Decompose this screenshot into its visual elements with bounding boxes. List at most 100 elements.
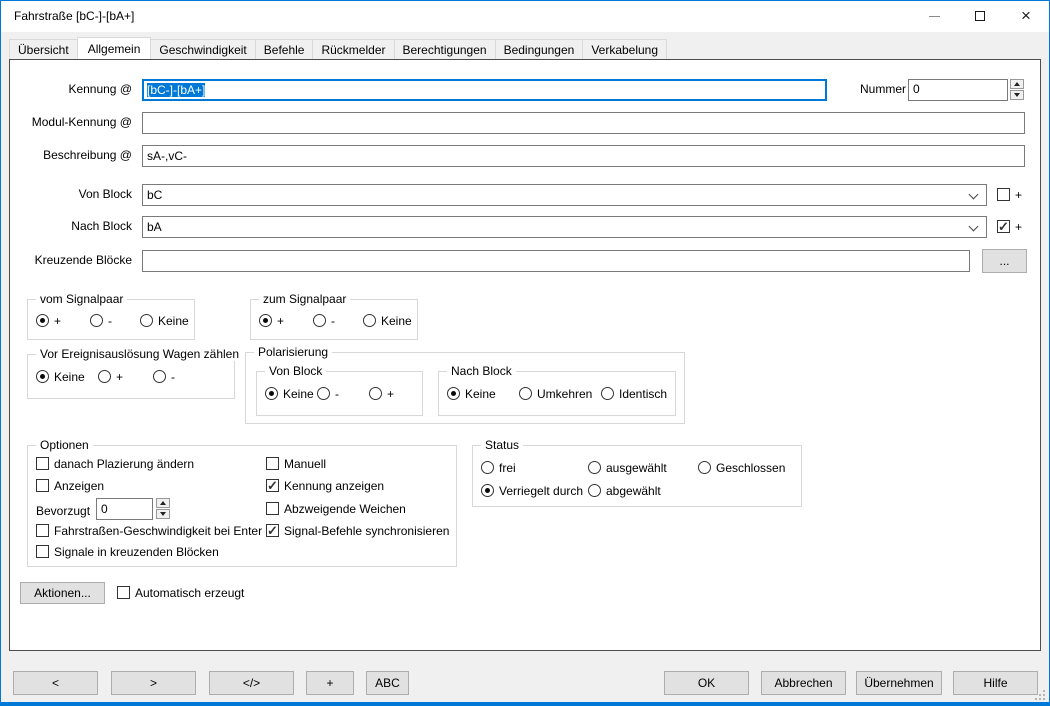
bevorzugt-spin-up-button[interactable]: [156, 498, 170, 508]
group-zum-signalpaar: zum Signalpaar + - Keine: [250, 299, 418, 340]
uebernehmen-button[interactable]: Übernehmen: [856, 671, 942, 695]
radio-label: Keine: [283, 387, 314, 401]
bevorzugt-input[interactable]: [96, 498, 153, 520]
nummer-spin-up-button[interactable]: [1010, 79, 1024, 89]
close-button[interactable]: ×: [1003, 1, 1049, 31]
group-title: Status: [481, 438, 523, 452]
tab-befehle[interactable]: Befehle: [256, 39, 314, 60]
beschreibung-input[interactable]: [142, 145, 1025, 167]
group-title: Vor Ereignisauslösung Wagen zählen: [36, 347, 243, 361]
nav-previous-button[interactable]: <: [13, 671, 98, 695]
maximize-button[interactable]: [957, 1, 1003, 31]
radio-vom-signalpaar-keine[interactable]: Keine: [140, 313, 189, 328]
von-block-plus-checkbox[interactable]: +: [997, 187, 1022, 202]
kreuzende-bloecke-browse-button[interactable]: ...: [982, 249, 1027, 273]
titlebar[interactable]: Fahrstraße [bC-]-[bA+] ×: [1, 1, 1049, 32]
tab-geschwindigkeit[interactable]: Geschwindigkeit: [151, 39, 255, 60]
checkbox-kennung-anzeigen[interactable]: Kennung anzeigen: [266, 478, 384, 493]
radio-status-abgewaehlt[interactable]: abgewählt: [588, 483, 661, 498]
radio-icon: [36, 370, 49, 383]
checkbox-signale-kreuzende[interactable]: Signale in kreuzenden Blöcken: [36, 544, 219, 559]
radio-zum-signalpaar-plus[interactable]: +: [259, 313, 284, 328]
von-block-plus-label: +: [1015, 188, 1022, 202]
kennung-label: Kennung @: [10, 82, 132, 96]
bevorzugt-spin-down-button[interactable]: [156, 509, 170, 519]
checkbox-abzweigende-weichen[interactable]: Abzweigende Weichen: [266, 501, 406, 516]
nummer-input[interactable]: 0: [908, 79, 1008, 101]
ok-button[interactable]: OK: [664, 671, 749, 695]
radio-label: +: [54, 314, 61, 328]
radio-icon: [698, 461, 711, 474]
radio-polar-von-minus[interactable]: -: [317, 386, 339, 401]
modul-kennung-label: Modul-Kennung @: [10, 115, 132, 129]
radio-label: +: [116, 370, 123, 384]
tab-content-panel: Kennung @ [bC-]-[bA+] Nummer 0 Modul-Ken…: [9, 59, 1041, 651]
checkbox-label: Signal-Befehle synchronisieren: [284, 524, 449, 538]
tab-uebersicht[interactable]: Übersicht: [9, 39, 78, 60]
tab-bedingungen[interactable]: Bedingungen: [496, 39, 584, 60]
checkbox-danach-plazierung[interactable]: danach Plazierung ändern: [36, 456, 194, 471]
nach-block-value: bA: [147, 220, 162, 234]
radio-wagen-minus[interactable]: -: [153, 369, 175, 384]
radio-polar-von-keine[interactable]: Keine: [265, 386, 314, 401]
checkbox-icon: [36, 457, 49, 470]
group-title: Polarisierung: [254, 345, 332, 359]
nach-block-combobox[interactable]: bA: [142, 216, 987, 238]
radio-icon: [519, 387, 532, 400]
tab-verkabelung[interactable]: Verkabelung: [583, 39, 667, 60]
radio-zum-signalpaar-minus[interactable]: -: [313, 313, 335, 328]
resize-grip[interactable]: [1035, 690, 1045, 700]
radio-polar-nach-umkehren[interactable]: Umkehren: [519, 386, 592, 401]
radio-vom-signalpaar-plus[interactable]: +: [36, 313, 61, 328]
radio-polar-nach-keine[interactable]: Keine: [447, 386, 496, 401]
radio-status-frei[interactable]: frei: [481, 460, 516, 475]
checkbox-anzeigen[interactable]: Anzeigen: [36, 478, 104, 493]
abc-button[interactable]: ABC: [366, 671, 409, 695]
radio-label: +: [277, 314, 284, 328]
code-button[interactable]: </>: [209, 671, 294, 695]
checkbox-signal-befehle-sync[interactable]: Signal-Befehle synchronisieren: [266, 523, 449, 538]
nach-block-plus-checkbox[interactable]: +: [997, 219, 1022, 234]
beschreibung-label: Beschreibung @: [10, 148, 132, 162]
radio-status-verriegelt[interactable]: Verriegelt durch: [481, 483, 583, 498]
radio-vom-signalpaar-minus[interactable]: -: [90, 313, 112, 328]
aktionen-button[interactable]: Aktionen...: [20, 582, 105, 604]
checkbox-manuell[interactable]: Manuell: [266, 456, 326, 471]
radio-wagen-keine[interactable]: Keine: [36, 369, 85, 384]
radio-icon: [601, 387, 614, 400]
kreuzende-bloecke-input[interactable]: [142, 250, 970, 272]
group-wagen-zaehlen: Vor Ereignisauslösung Wagen zählen Keine…: [27, 354, 235, 399]
tab-allgemein[interactable]: Allgemein: [77, 37, 152, 60]
modul-kennung-input[interactable]: [142, 112, 1025, 134]
checkbox-fahrstrassen-geschwindigkeit[interactable]: Fahrstraßen-Geschwindigkeit bei Enter: [36, 523, 262, 538]
tab-rueckmelder[interactable]: Rückmelder: [313, 39, 394, 60]
minimize-icon: [929, 16, 940, 17]
radio-zum-signalpaar-keine[interactable]: Keine: [363, 313, 412, 328]
checkbox-automatisch-erzeugt[interactable]: Automatisch erzeugt: [117, 585, 244, 600]
radio-polar-von-plus[interactable]: +: [369, 386, 394, 401]
arrow-up-icon: [160, 501, 166, 505]
minimize-button[interactable]: [911, 1, 957, 31]
checkbox-label: danach Plazierung ändern: [54, 457, 194, 471]
radio-polar-nach-identisch[interactable]: Identisch: [601, 386, 667, 401]
radio-icon: [153, 370, 166, 383]
checkbox-icon: [266, 502, 279, 515]
radio-status-geschlossen[interactable]: Geschlossen: [698, 460, 785, 475]
add-button[interactable]: +: [306, 671, 354, 695]
nummer-spin-down-button[interactable]: [1010, 90, 1024, 100]
group-status: Status frei ausgewählt Geschlossen Verri…: [472, 445, 802, 507]
checkbox-label: Abzweigende Weichen: [284, 502, 406, 516]
tab-berechtigungen[interactable]: Berechtigungen: [395, 39, 496, 60]
radio-status-ausgewaehlt[interactable]: ausgewählt: [588, 460, 667, 475]
checkbox-icon: [117, 586, 130, 599]
von-block-combobox[interactable]: bC: [142, 184, 987, 206]
checkbox-label: Anzeigen: [54, 479, 104, 493]
group-polarisierung: Polarisierung Von Block Keine - + Nach B…: [245, 352, 685, 424]
radio-label: Verriegelt durch: [499, 484, 583, 498]
radio-wagen-plus[interactable]: +: [98, 369, 123, 384]
hilfe-button[interactable]: Hilfe: [953, 671, 1038, 695]
abbrechen-button[interactable]: Abbrechen: [761, 671, 846, 695]
nav-next-button[interactable]: >: [111, 671, 196, 695]
kennung-input[interactable]: [bC-]-[bA+]: [142, 79, 827, 101]
checkbox-icon: [997, 188, 1010, 201]
